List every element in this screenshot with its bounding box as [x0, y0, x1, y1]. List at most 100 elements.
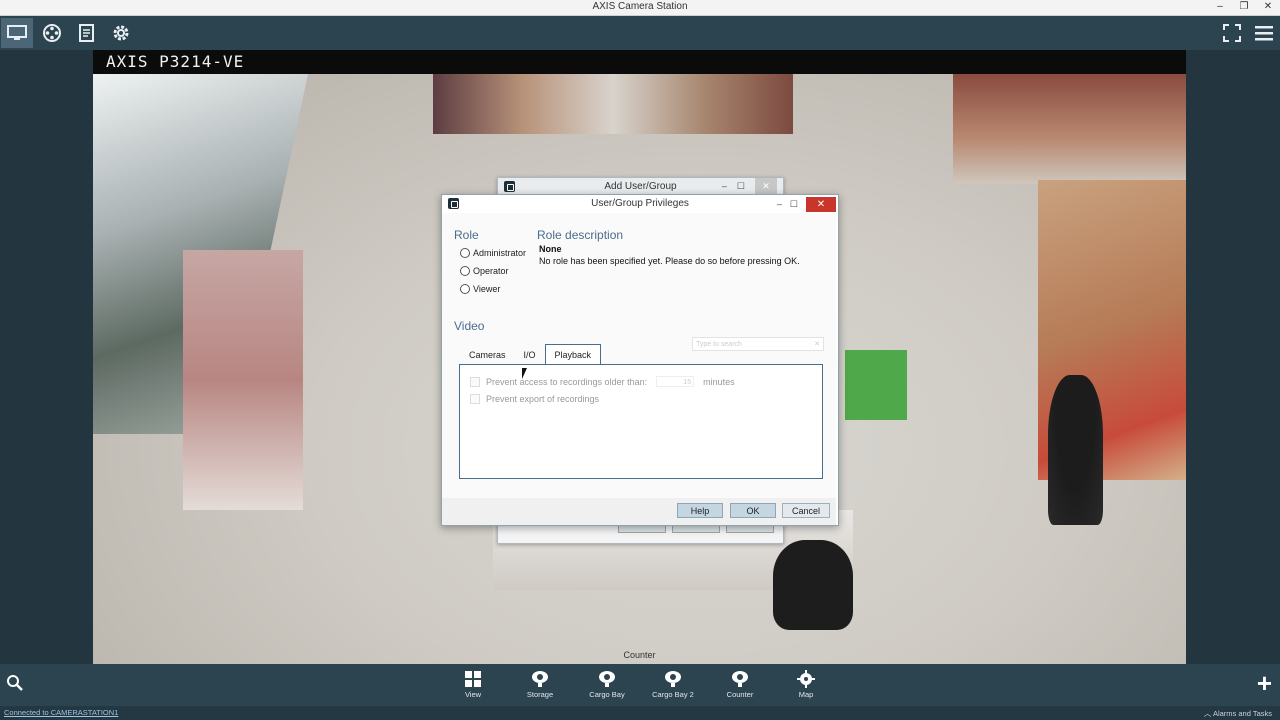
app-icon — [448, 198, 459, 209]
role-viewer-radio[interactable]: Viewer — [460, 284, 500, 294]
close-icon[interactable]: ✕ — [1262, 0, 1274, 14]
logs-button[interactable] — [71, 18, 103, 48]
window-title-bar: AXIS Camera Station – ❐ ✕ — [0, 0, 1280, 16]
role-operator-radio[interactable]: Operator — [460, 266, 509, 276]
main-toolbar — [0, 16, 1280, 50]
minutes-stepper[interactable]: 15 — [656, 376, 695, 387]
nav-storage[interactable]: Storage — [515, 668, 565, 699]
map-pin-icon — [797, 670, 815, 688]
radio-circle[interactable] — [460, 266, 470, 276]
tab-playback[interactable]: Playback — [544, 344, 602, 365]
minimize-icon[interactable]: – — [777, 195, 782, 213]
film-reel-icon — [43, 24, 61, 42]
user-group-privileges-dialog: User/Group Privileges – ☐ ✕ Role Adminis… — [441, 194, 839, 526]
ok-button[interactable]: OK — [730, 503, 776, 518]
clear-search-icon[interactable]: ✕ — [814, 338, 820, 352]
radio-circle[interactable] — [460, 284, 470, 294]
nav-cargo-bay[interactable]: Cargo Bay — [582, 668, 632, 699]
nav-label: Cargo Bay 2 — [652, 690, 694, 699]
settings-button[interactable] — [105, 18, 137, 48]
maximize-icon[interactable]: ☐ — [737, 178, 745, 195]
role-option-label: Administrator — [473, 248, 527, 258]
scene-shelf-top — [433, 74, 793, 134]
alarms-and-tasks-toggle[interactable]: ︿ Alarms and Tasks — [1204, 708, 1272, 719]
prevent-export-option[interactable]: Prevent export of recordings — [470, 394, 599, 404]
camera-icon — [532, 671, 548, 687]
cancel-button[interactable]: Cancel — [782, 503, 830, 518]
prevent-access-option[interactable]: Prevent access to recordings older than:… — [470, 376, 735, 387]
camera-header: AXIS P3214-VE — [93, 50, 1186, 74]
role-heading: Role — [454, 228, 479, 242]
menu-button[interactable] — [1248, 18, 1280, 48]
mouse-cursor — [522, 368, 527, 379]
nav-view[interactable]: View — [448, 668, 498, 699]
maximize-icon[interactable]: ☐ — [790, 195, 798, 213]
role-description-text: No role has been specified yet. Please d… — [539, 256, 800, 266]
fullscreen-button[interactable] — [1216, 18, 1248, 48]
status-bar: Connected to CAMERASTATION1 ︿ Alarms and… — [0, 706, 1280, 720]
nav-counter[interactable]: Counter — [715, 668, 765, 699]
bottom-navigation: View Storage Cargo Bay Cargo Bay 2 Count… — [0, 664, 1280, 706]
close-button[interactable]: ✕ — [806, 196, 836, 212]
search-input[interactable]: Type to search ✕ — [692, 337, 824, 351]
tab-io[interactable]: I/O — [515, 346, 545, 365]
prevent-export-checkbox[interactable] — [470, 394, 480, 404]
minimize-icon[interactable]: – — [1214, 0, 1226, 14]
notepad-icon — [79, 24, 94, 42]
dialog-title: User/Group Privileges — [591, 198, 689, 209]
add-user-group-title: Add User/Group — [604, 181, 677, 192]
prevent-access-checkbox[interactable] — [470, 376, 480, 387]
dialog-footer: Help OK Cancel — [442, 498, 836, 525]
camera-view-label: Counter — [623, 650, 656, 660]
gear-icon — [113, 25, 129, 41]
alarms-and-tasks-label: Alarms and Tasks — [1212, 709, 1272, 718]
role-description-heading: Role description — [537, 228, 624, 242]
nav-label: Counter — [726, 690, 754, 699]
role-option-label: Operator — [473, 266, 509, 276]
role-description-title: None — [539, 244, 562, 254]
nav-label: Cargo Bay — [589, 690, 625, 699]
search-icon — [7, 675, 23, 691]
role-administrator-radio[interactable]: Administrator — [460, 248, 526, 258]
search-placeholder: Type to search — [696, 341, 742, 348]
camera-name: AXIS P3214-VE — [106, 52, 245, 71]
nav-map[interactable]: Map — [781, 668, 831, 699]
scene-shelf-right — [953, 74, 1186, 184]
tab-cameras[interactable]: Cameras — [460, 346, 515, 365]
app-icon — [504, 181, 515, 192]
search-button[interactable] — [6, 674, 24, 697]
window-title: AXIS Camera Station — [592, 1, 688, 12]
camera-icon — [599, 671, 615, 687]
radio-circle[interactable] — [460, 248, 470, 258]
scene-person-counter — [773, 540, 853, 630]
minutes-label: minutes — [703, 376, 735, 387]
grid-icon — [465, 671, 481, 687]
prevent-export-label: Prevent export of recordings — [486, 394, 600, 404]
fullscreen-icon — [1223, 24, 1241, 42]
close-icon[interactable]: ✕ — [755, 178, 777, 195]
scene-display-left — [183, 250, 303, 510]
minimize-icon[interactable]: – — [722, 178, 727, 195]
recordings-button[interactable] — [36, 18, 68, 48]
scene-person — [1048, 375, 1103, 525]
monitor-icon — [7, 25, 27, 40]
scene-green-box — [845, 350, 907, 420]
role-option-label: Viewer — [473, 284, 501, 294]
restore-icon[interactable]: ❐ — [1238, 0, 1250, 14]
nav-label: Map — [798, 690, 814, 699]
video-tabs: Cameras I/O Playback — [460, 344, 602, 365]
chevron-up-icon: ︿ — [1203, 709, 1212, 718]
camera-icon — [732, 671, 748, 687]
connection-status-link[interactable]: Connected to CAMERASTATION1 — [4, 708, 118, 717]
nav-label: Storage — [526, 690, 554, 699]
hamburger-icon — [1255, 26, 1273, 41]
playback-panel: Prevent access to recordings older than:… — [459, 364, 823, 479]
live-view-button[interactable] — [1, 18, 33, 48]
nav-cargo-bay-2[interactable]: Cargo Bay 2 — [648, 668, 698, 699]
camera-icon — [665, 671, 681, 687]
prevent-access-label: Prevent access to recordings older than: — [486, 376, 648, 387]
video-heading: Video — [454, 319, 485, 333]
help-button[interactable]: Help — [677, 503, 723, 518]
add-tab-button[interactable]: + — [1257, 670, 1272, 696]
nav-label: View — [464, 690, 482, 699]
